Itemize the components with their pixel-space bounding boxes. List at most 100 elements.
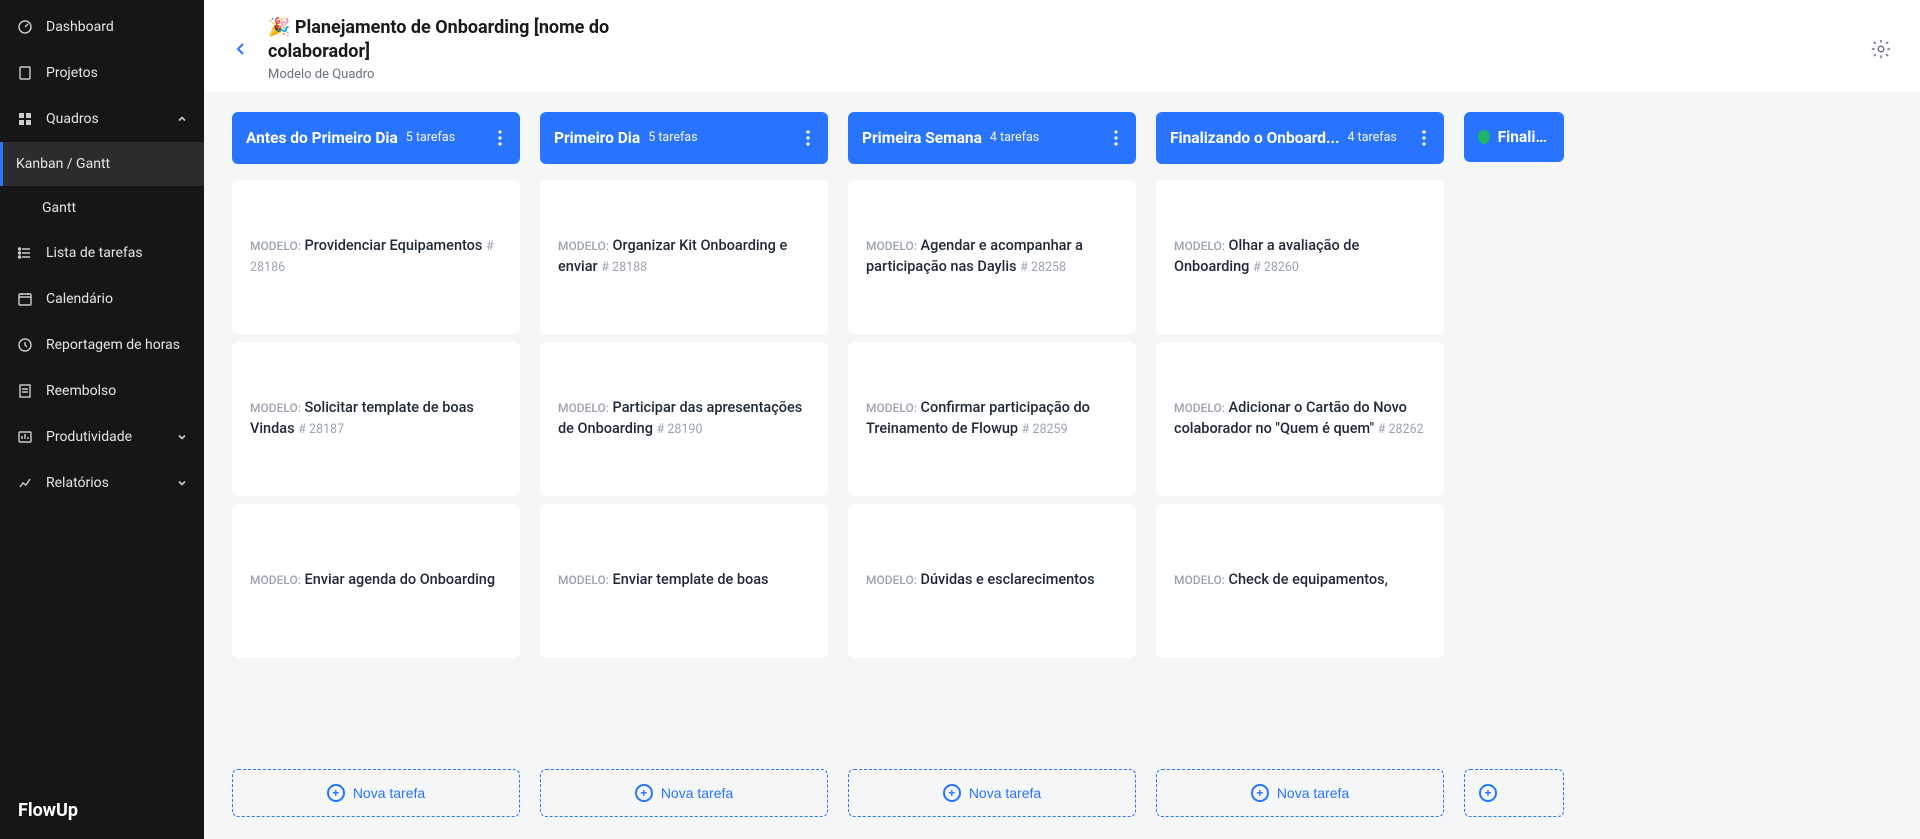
column-primeiro-dia: Primeiro Dia 5 tarefas MODELO: Organizar… xyxy=(540,112,828,817)
column-header: Primeira Semana 4 tarefas xyxy=(848,112,1136,164)
column-cards: MODELO: Organizar Kit Onboarding e envia… xyxy=(540,180,828,763)
column-title: Finalizad xyxy=(1498,128,1550,146)
sidebar-item-produtividade[interactable]: Produtividade xyxy=(0,414,204,460)
calendar-icon xyxy=(16,290,34,308)
sidebar-item-label: Gantt xyxy=(42,200,76,216)
task-card[interactable]: MODELO: Solicitar template de boas Vinda… xyxy=(232,342,520,496)
card-title: Enviar agenda do Onboarding xyxy=(305,571,496,588)
card-title: Dúvidas e esclarecimentos xyxy=(921,571,1095,588)
column-cards: MODELO: Agendar e acompanhar a participa… xyxy=(848,180,1136,763)
column-menu-button[interactable] xyxy=(802,128,814,148)
card-label: MODELO: xyxy=(1174,239,1225,253)
sidebar-item-projetos[interactable]: Projetos xyxy=(0,50,204,96)
task-card[interactable]: MODELO: Organizar Kit Onboarding e envia… xyxy=(540,180,828,334)
chevron-up-icon xyxy=(176,113,188,125)
plus-circle-icon: + xyxy=(943,784,961,802)
sidebar: Dashboard Projetos Quadros Kanban / Gant… xyxy=(0,0,204,839)
sidebar-nav: Dashboard Projetos Quadros Kanban / Gant… xyxy=(0,0,204,782)
card-label: MODELO: xyxy=(866,239,917,253)
column-finalizado: Finalizad + xyxy=(1464,112,1564,817)
card-id: # 28262 xyxy=(1378,422,1424,437)
sidebar-item-lista-tarefas[interactable]: Lista de tarefas xyxy=(0,230,204,276)
column-header: Antes do Primeiro Dia 5 tarefas xyxy=(232,112,520,164)
card-id: # 28260 xyxy=(1253,260,1299,275)
sidebar-item-label: Produtividade xyxy=(46,429,132,445)
card-label: MODELO: xyxy=(558,401,609,415)
card-title: Check de equipamentos, xyxy=(1229,571,1388,588)
dots-vertical-icon xyxy=(1114,130,1118,146)
card-title: Enviar template de boas xyxy=(613,571,769,588)
add-task-label: Nova tarefa xyxy=(969,785,1041,801)
column-primeira-semana: Primeira Semana 4 tarefas MODELO: Agenda… xyxy=(848,112,1136,817)
sidebar-item-label: Lista de tarefas xyxy=(46,245,143,261)
card-label: MODELO: xyxy=(250,239,301,253)
task-card[interactable]: MODELO: Check de equipamentos, xyxy=(1156,504,1444,658)
add-task-label: Nova tarefa xyxy=(1277,785,1349,801)
card-title: Providenciar Equipamentos xyxy=(305,237,483,254)
sidebar-item-gantt[interactable]: Gantt xyxy=(0,186,204,230)
column-title: Primeira Semana xyxy=(862,129,982,147)
sidebar-item-quadros[interactable]: Quadros xyxy=(0,96,204,142)
card-label: MODELO: xyxy=(1174,401,1225,415)
back-button[interactable] xyxy=(228,36,254,62)
productivity-icon xyxy=(16,428,34,446)
page-title: 🎉 Planejamento de Onboarding [nome do co… xyxy=(268,16,698,65)
card-id: # 28190 xyxy=(657,422,703,437)
main: 🎉 Planejamento de Onboarding [nome do co… xyxy=(204,0,1920,839)
column-menu-button[interactable] xyxy=(1418,128,1430,148)
sidebar-item-label: Calendário xyxy=(46,291,113,307)
projects-icon xyxy=(16,64,34,82)
sidebar-item-dashboard[interactable]: Dashboard xyxy=(0,4,204,50)
column-count: 5 tarefas xyxy=(648,130,697,145)
sidebar-item-kanban-gantt[interactable]: Kanban / Gantt xyxy=(0,142,204,186)
card-id: # 28258 xyxy=(1020,260,1066,275)
add-task-button[interactable]: + xyxy=(1464,769,1564,817)
column-menu-button[interactable] xyxy=(1110,128,1122,148)
gear-icon xyxy=(1870,38,1892,60)
kanban-board: Antes do Primeiro Dia 5 tarefas MODELO: … xyxy=(204,92,1920,839)
settings-button[interactable] xyxy=(1866,34,1896,64)
boards-icon xyxy=(16,110,34,128)
page-subtitle: Modelo de Quadro xyxy=(268,67,698,82)
sidebar-item-calendario[interactable]: Calendário xyxy=(0,276,204,322)
card-id: # 28188 xyxy=(601,260,647,275)
column-cards: MODELO: Providenciar Equipamentos # 2818… xyxy=(232,180,520,763)
list-icon xyxy=(16,244,34,262)
column-antes-primeiro-dia: Antes do Primeiro Dia 5 tarefas MODELO: … xyxy=(232,112,520,817)
plus-circle-icon: + xyxy=(1251,784,1269,802)
add-task-button[interactable]: + Nova tarefa xyxy=(232,769,520,817)
task-card[interactable]: MODELO: Adicionar o Cartão do Novo colab… xyxy=(1156,342,1444,496)
column-title: Antes do Primeiro Dia xyxy=(246,129,398,147)
card-label: MODELO: xyxy=(866,573,917,587)
task-card[interactable]: MODELO: Providenciar Equipamentos # 2818… xyxy=(232,180,520,334)
task-card[interactable]: MODELO: Enviar agenda do Onboarding xyxy=(232,504,520,658)
column-title: Primeiro Dia xyxy=(554,129,640,147)
task-card[interactable]: MODELO: Enviar template de boas xyxy=(540,504,828,658)
sidebar-item-relatorios[interactable]: Relatórios xyxy=(0,460,204,506)
header-actions xyxy=(1866,34,1896,64)
dots-vertical-icon xyxy=(806,130,810,146)
card-label: MODELO: xyxy=(1174,573,1225,587)
sidebar-item-label: Projetos xyxy=(46,65,98,81)
card-label: MODELO: xyxy=(866,401,917,415)
clock-icon xyxy=(16,336,34,354)
task-card[interactable]: MODELO: Agendar e acompanhar a participa… xyxy=(848,180,1136,334)
sidebar-item-label: Quadros xyxy=(46,111,99,127)
emoji-icon: 🎉 xyxy=(268,17,290,38)
column-title: Finalizando o Onboard... xyxy=(1170,129,1339,147)
task-card[interactable]: MODELO: Dúvidas e esclarecimentos xyxy=(848,504,1136,658)
task-card[interactable]: MODELO: Participar das apresentações de … xyxy=(540,342,828,496)
dashboard-icon xyxy=(16,18,34,36)
add-task-button[interactable]: + Nova tarefa xyxy=(1156,769,1444,817)
column-header: Primeiro Dia 5 tarefas xyxy=(540,112,828,164)
task-card[interactable]: MODELO: Olhar a avaliação de Onboarding … xyxy=(1156,180,1444,334)
task-card[interactable]: MODELO: Confirmar participação do Treina… xyxy=(848,342,1136,496)
sidebar-item-label: Reembolso xyxy=(46,383,116,399)
sidebar-item-reembolso[interactable]: Reembolso xyxy=(0,368,204,414)
card-id: # 28187 xyxy=(298,422,344,437)
add-task-button[interactable]: + Nova tarefa xyxy=(848,769,1136,817)
add-task-label: Nova tarefa xyxy=(661,785,733,801)
add-task-button[interactable]: + Nova tarefa xyxy=(540,769,828,817)
sidebar-item-reportagem-horas[interactable]: Reportagem de horas xyxy=(0,322,204,368)
column-menu-button[interactable] xyxy=(494,128,506,148)
